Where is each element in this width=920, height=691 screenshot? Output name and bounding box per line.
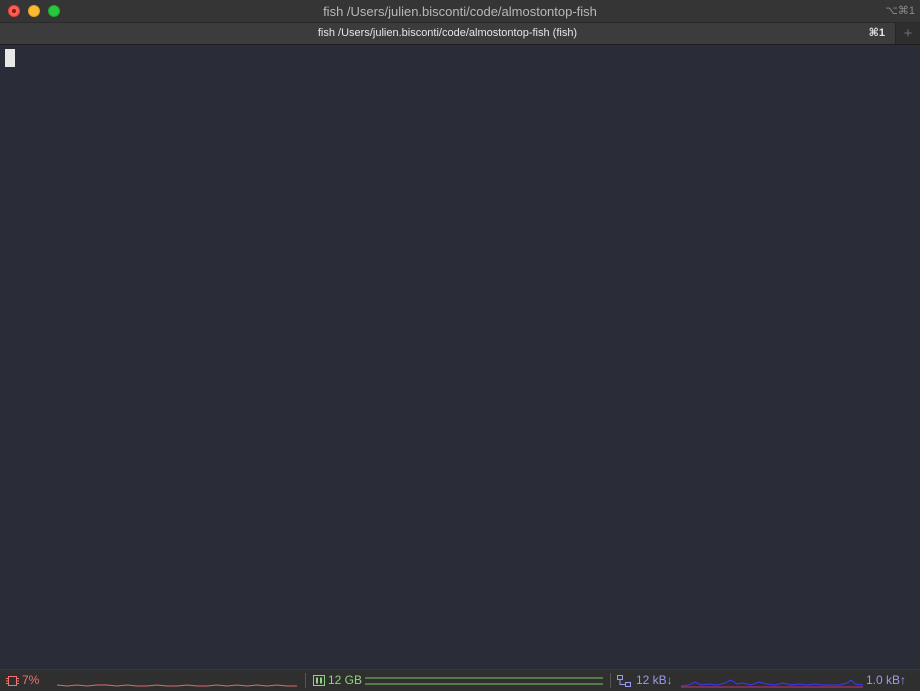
status-bar: 7% 12 GB 12 kB↓ 1.0 kB↑ bbox=[0, 669, 920, 691]
tab-fish[interactable]: fish /Users/julien.bisconti/code/almosto… bbox=[0, 23, 896, 44]
tab-shortcut: ⌘1 bbox=[868, 27, 885, 39]
window-title: fish /Users/julien.bisconti/code/almosto… bbox=[323, 4, 597, 19]
cpu-percent: 7% bbox=[22, 673, 40, 687]
terminal-window: fish /Users/julien.bisconti/code/almosto… bbox=[0, 0, 920, 691]
tab-label: fish /Users/julien.bisconti/code/almosto… bbox=[317, 27, 578, 39]
text-cursor bbox=[5, 49, 15, 67]
status-divider bbox=[305, 673, 306, 688]
cpu-chip-icon bbox=[6, 675, 19, 690]
terminal-session[interactable] bbox=[0, 45, 920, 669]
network-upload: 1.0 kB↑ bbox=[866, 673, 907, 687]
memory-icon bbox=[313, 675, 325, 689]
title-bar[interactable]: fish /Users/julien.bisconti/code/almosto… bbox=[0, 0, 920, 23]
memory-usage: 12 GB bbox=[328, 673, 363, 687]
network-sparkline bbox=[681, 679, 863, 688]
network-download: 12 kB↓ bbox=[636, 673, 673, 687]
new-tab-button[interactable]: + bbox=[896, 23, 920, 44]
cpu-sparkline bbox=[57, 684, 297, 687]
memory-component[interactable]: 12 GB bbox=[308, 670, 608, 691]
cpu-component[interactable]: 7% bbox=[0, 670, 302, 691]
network-icon bbox=[617, 675, 631, 690]
window-shortcut: ⌥⌘1 bbox=[885, 5, 915, 17]
tab-bar: fish /Users/julien.bisconti/code/almosto… bbox=[0, 23, 920, 45]
status-divider bbox=[610, 673, 611, 688]
memory-sparkline bbox=[365, 677, 603, 685]
network-component[interactable]: 12 kB↓ 1.0 kB↑ bbox=[613, 670, 920, 691]
